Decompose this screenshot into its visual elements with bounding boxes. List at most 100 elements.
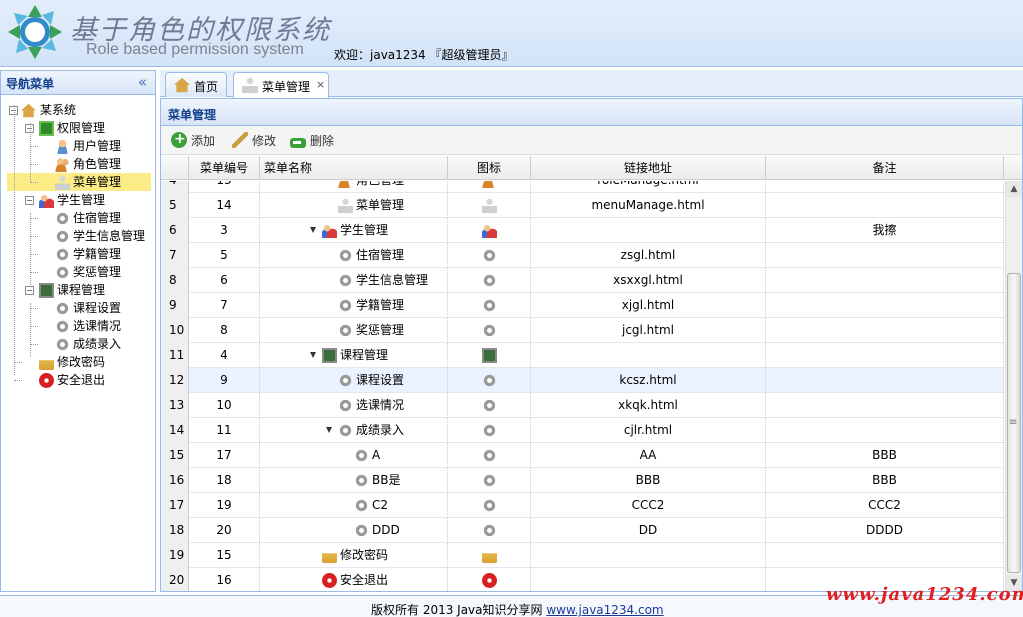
- cell-url: jcgl.html: [531, 318, 766, 343]
- app-subtitle: Role based permission system: [86, 41, 304, 58]
- gear-icon: [482, 523, 497, 538]
- cell-name: 学生管理: [260, 218, 448, 243]
- row-number: 7: [161, 243, 189, 268]
- tab-menu-management[interactable]: 菜单管理 ×: [233, 72, 329, 98]
- delete-button[interactable]: 删除: [290, 132, 334, 150]
- home-icon: [21, 103, 36, 118]
- table-row[interactable]: 13 10 选课情况 xkqk.html: [161, 393, 1004, 418]
- student-icon: [39, 193, 54, 208]
- tree-connector: [30, 146, 38, 147]
- nav-tree-item[interactable]: − 某系统: [1, 101, 151, 119]
- gear-icon: [482, 298, 497, 313]
- nav-tree-item[interactable]: − 学生管理: [1, 191, 151, 209]
- cell-id: 4: [189, 343, 260, 368]
- edit-button[interactable]: 修改: [232, 132, 276, 150]
- cell-name: DDD: [260, 518, 448, 543]
- welcome-text: 欢迎：java1234 『超级管理员』: [334, 48, 514, 62]
- cell-url: menuManage.html: [531, 193, 766, 218]
- nav-tree-item[interactable]: − 权限管理: [1, 119, 151, 137]
- gear-icon: [55, 265, 70, 280]
- nav-tree-item[interactable]: 成绩录入: [1, 335, 151, 353]
- nav-tree-item[interactable]: 奖惩管理: [1, 263, 151, 281]
- watermark: www.java1234.com: [826, 584, 1023, 605]
- nav-tree-item[interactable]: 安全退出: [1, 371, 151, 389]
- table-row[interactable]: 12 9 课程设置 kcsz.html: [161, 368, 1004, 393]
- expand-triangle-icon[interactable]: [310, 352, 316, 358]
- table-row[interactable]: 5 14 菜单管理 menuManage.html: [161, 193, 1004, 218]
- table-row[interactable]: 19 15 修改密码: [161, 543, 1004, 568]
- collapse-toggle-icon[interactable]: −: [25, 196, 34, 205]
- nav-tree-item[interactable]: 学生信息管理: [1, 227, 151, 245]
- nav-tree-item-label: 课程设置: [73, 301, 122, 315]
- gear-icon: [55, 211, 70, 226]
- gear-icon: [338, 423, 353, 438]
- cell-id: 16: [189, 568, 260, 591]
- table-row[interactable]: 11 4 课程管理: [161, 343, 1004, 368]
- column-header-icon[interactable]: 图标: [448, 156, 531, 180]
- table-row[interactable]: 7 5 住宿管理 zsgl.html: [161, 243, 1004, 268]
- cell-name: 学生信息管理: [260, 268, 448, 293]
- close-icon[interactable]: ×: [316, 78, 325, 91]
- vertical-scrollbar[interactable]: ▲ ≡ ▼: [1005, 181, 1022, 591]
- course-icon: [482, 348, 497, 363]
- table-row[interactable]: 17 19 C2 CCC2 CCC2: [161, 493, 1004, 518]
- cell-url: CCC2: [531, 493, 766, 518]
- nav-tree-item[interactable]: 课程设置: [1, 299, 151, 317]
- nav-tree-item-label: 修改密码: [57, 355, 106, 369]
- table-row[interactable]: 16 18 BB是 BBB BBB: [161, 468, 1004, 493]
- tab-home[interactable]: 首页: [165, 72, 227, 97]
- grid-body: 413角色管理roleManage.html514菜单管理menuManage.…: [161, 181, 1004, 591]
- column-header-id[interactable]: 菜单编号: [189, 156, 260, 180]
- table-row[interactable]: 14 11 成绩录入 cjlr.html: [161, 418, 1004, 443]
- exit-icon: [322, 573, 337, 588]
- cell-name-label: 住宿管理: [356, 248, 405, 262]
- nav-tree-item[interactable]: 角色管理: [1, 155, 151, 173]
- table-row[interactable]: 18 20 DDD DD DDDD: [161, 518, 1004, 543]
- column-header-remark[interactable]: 备注: [766, 156, 1004, 180]
- gear-icon: [482, 273, 497, 288]
- table-row[interactable]: 9 7 学籍管理 xjgl.html: [161, 293, 1004, 318]
- nav-tree-item[interactable]: 住宿管理: [1, 209, 151, 227]
- nav-tree-item[interactable]: 修改密码: [1, 353, 151, 371]
- table-row[interactable]: 6 3 学生管理 我擦: [161, 218, 1004, 243]
- column-header-name[interactable]: 菜单名称: [260, 156, 448, 180]
- nav-tree-item[interactable]: − 课程管理: [1, 281, 151, 299]
- menu-icon: [55, 175, 70, 190]
- cell-name: 住宿管理: [260, 243, 448, 268]
- cell-id: 6: [189, 268, 260, 293]
- row-number: 12: [161, 368, 189, 393]
- cell-url: [531, 218, 766, 243]
- student-icon: [322, 223, 337, 238]
- cell-name-label: 学生管理: [340, 223, 389, 237]
- expand-triangle-icon[interactable]: [326, 427, 332, 433]
- footer-link[interactable]: www.java1234.com: [546, 603, 663, 617]
- gear-icon: [55, 319, 70, 334]
- nav-tree-item[interactable]: 用户管理: [1, 137, 151, 155]
- menu-icon: [242, 77, 258, 93]
- cell-name-label: 角色管理: [356, 181, 404, 193]
- nav-tree-item[interactable]: 菜单管理: [1, 173, 151, 191]
- table-row[interactable]: 15 17 A AA BBB: [161, 443, 1004, 468]
- gear-icon: [338, 373, 353, 388]
- minus-icon: [290, 138, 306, 148]
- gear-icon: [482, 398, 497, 413]
- double-chevron-left-icon[interactable]: «: [138, 73, 147, 91]
- scroll-up-icon[interactable]: ▲: [1006, 181, 1022, 197]
- exit-icon: [482, 573, 497, 588]
- nav-tree-item-label: 某系统: [40, 103, 77, 117]
- table-row[interactable]: 413 角色管理 roleManage.html: [161, 181, 1004, 193]
- tree-connector: [30, 344, 38, 345]
- cell-id: 9: [189, 368, 260, 393]
- table-row[interactable]: 10 8 奖惩管理 jcgl.html: [161, 318, 1004, 343]
- nav-tree-item[interactable]: 选课情况: [1, 317, 151, 335]
- expand-triangle-icon[interactable]: [310, 227, 316, 233]
- tree-connector: [30, 236, 38, 237]
- delete-button-label: 删除: [310, 134, 335, 148]
- column-header-url[interactable]: 链接地址: [531, 156, 766, 180]
- add-button[interactable]: 添加: [171, 130, 215, 150]
- nav-tree-item[interactable]: 学籍管理: [1, 245, 151, 263]
- tree-connector: [30, 308, 38, 309]
- table-row[interactable]: 8 6 学生信息管理 xsxxgl.html: [161, 268, 1004, 293]
- collapse-toggle-icon[interactable]: −: [25, 286, 34, 295]
- grid-header: 菜单编号 菜单名称 图标 链接地址 备注: [161, 156, 1022, 180]
